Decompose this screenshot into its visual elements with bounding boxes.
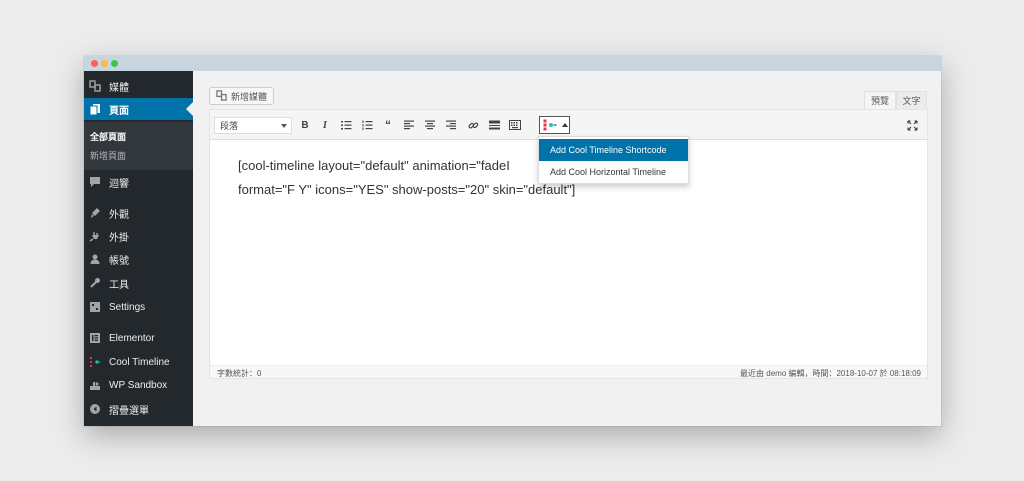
plugins-icon (88, 229, 102, 243)
admin-sidebar: 媒體 頁面 全部頁面 新增頁面 迴響 外觀 外掛 帳號 工具 Settings … (84, 71, 193, 426)
sidebar-item-label: Elementor (109, 332, 155, 344)
sidebar-item-label: Settings (109, 301, 146, 313)
sidebar-item-label: 工具 (109, 279, 129, 291)
sidebar-item-wp-sandbox[interactable]: WP Sandbox (84, 374, 193, 396)
pages-icon (88, 102, 102, 116)
sidebar-item-plugins[interactable]: 外掛 (84, 225, 193, 247)
sidebar-item-tools[interactable]: 工具 (84, 272, 193, 294)
window-titlebar (84, 56, 941, 71)
submenu-add-page[interactable]: 新增頁面 (90, 149, 126, 162)
sidebar-item-elementor[interactable]: Elementor (84, 327, 193, 349)
zoom-window-button[interactable] (111, 60, 118, 67)
menu-item-add-horizontal-timeline[interactable]: Add Cool Horizontal Timeline (539, 161, 688, 183)
collapse-menu-button[interactable]: 摺疊選單 (84, 398, 193, 420)
bold-button[interactable]: B (298, 118, 312, 132)
sidebar-item-users[interactable]: 帳號 (84, 248, 193, 270)
toolbar-toggle-button[interactable] (508, 118, 522, 132)
sidebar-item-label: 迴響 (109, 178, 129, 190)
sidebar-item-label: WP Sandbox (109, 379, 168, 391)
sidebar-item-comments[interactable]: 迴響 (84, 171, 193, 193)
submenu-all-pages[interactable]: 全部頁面 (90, 130, 126, 143)
align-center-button[interactable] (423, 118, 437, 132)
sidebar-item-label: 外觀 (109, 209, 129, 221)
media-icon (216, 89, 227, 103)
quote-icon: “ (385, 118, 391, 132)
sidebar-item-label: 帳號 (109, 255, 129, 267)
sandbox-icon (88, 378, 102, 392)
insert-link-button[interactable] (466, 118, 480, 132)
bullet-list-button[interactable] (339, 118, 353, 132)
chevron-up-icon (562, 123, 568, 127)
users-icon (88, 252, 102, 266)
align-left-icon (404, 120, 414, 130)
tools-icon (88, 276, 102, 290)
numbered-list-button[interactable] (360, 118, 374, 132)
fullscreen-button[interactable] (905, 118, 919, 132)
cool-timeline-dropdown-menu: Add Cool Timeline Shortcode Add Cool Hor… (538, 136, 689, 184)
browser-window: 媒體 頁面 全部頁面 新增頁面 迴響 外觀 外掛 帳號 工具 Settings … (84, 56, 941, 426)
link-icon (467, 121, 478, 129)
settings-icon (88, 300, 102, 314)
align-center-icon (425, 120, 435, 130)
read-more-icon (488, 120, 500, 130)
sidebar-item-label: Cool Timeline (109, 356, 170, 368)
comments-icon (88, 175, 102, 189)
chevron-down-icon (281, 124, 287, 128)
align-left-button[interactable] (402, 118, 416, 132)
close-window-button[interactable] (91, 60, 98, 67)
sidebar-item-label: 外掛 (109, 232, 129, 244)
sidebar-item-label: 媒體 (109, 82, 129, 94)
sidebar-item-cool-timeline[interactable]: Cool Timeline (84, 351, 193, 373)
add-media-button[interactable]: 新增媒體 (209, 87, 275, 105)
sidebar-item-pages[interactable]: 頁面 (84, 98, 193, 120)
timeline-icon (543, 119, 557, 131)
last-edited: 最近由 demo 編輯，時間：2018-10-07 於 08:18:09 (740, 369, 921, 378)
tab-visual[interactable]: 預覽 (864, 91, 896, 109)
align-right-button[interactable] (444, 118, 458, 132)
keyboard-icon (509, 120, 521, 130)
sidebar-item-settings[interactable]: Settings (84, 296, 193, 318)
appearance-icon (88, 206, 102, 220)
italic-icon: I (323, 119, 327, 131)
sidebar-item-label: 頁面 (109, 105, 129, 117)
expand-icon (906, 119, 918, 131)
sidebar-item-media[interactable]: 媒體 (84, 75, 193, 97)
sidebar-item-appearance[interactable]: 外觀 (84, 202, 193, 224)
read-more-button[interactable] (487, 118, 501, 132)
editor-statusbar: 字數統計：0 最近由 demo 編輯，時間：2018-10-07 於 08:18… (210, 365, 927, 378)
blockquote-button[interactable]: “ (381, 118, 395, 132)
elementor-icon (88, 331, 102, 345)
align-right-icon (446, 120, 456, 130)
cool-timeline-shortcode-button[interactable] (539, 116, 570, 134)
collapse-icon (88, 402, 102, 416)
format-select-value: 段落 (220, 121, 239, 131)
timeline-icon (88, 355, 102, 369)
add-media-label: 新增媒體 (231, 91, 268, 102)
numbered-list-icon (362, 120, 372, 130)
menu-item-add-timeline-shortcode[interactable]: Add Cool Timeline Shortcode (539, 139, 688, 161)
sidebar-item-label: 摺疊選單 (109, 405, 149, 417)
bullet-list-icon (340, 121, 351, 130)
format-select[interactable]: 段落 (214, 117, 292, 134)
tab-text[interactable]: 文字 (896, 91, 927, 109)
pages-submenu: 全部頁面 新增頁面 (84, 122, 193, 170)
media-icon (88, 79, 102, 93)
italic-button[interactable]: I (318, 118, 332, 132)
word-count: 字數統計：0 (217, 369, 262, 378)
minimize-window-button[interactable] (101, 60, 108, 67)
bold-icon: B (301, 119, 309, 131)
